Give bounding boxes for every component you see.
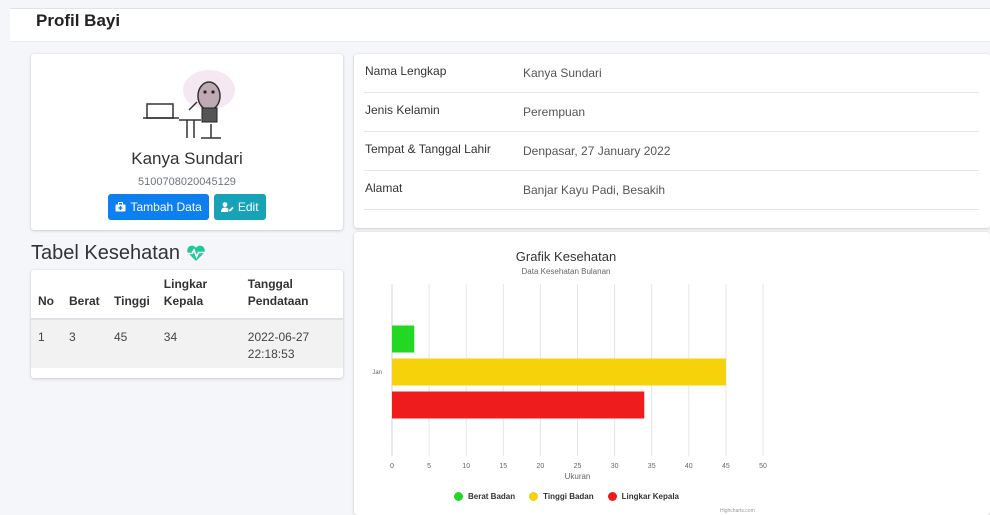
info-row-kelamin: Jenis Kelamin Perempuan <box>364 93 979 132</box>
x-tick-label: 10 <box>462 463 470 470</box>
avatar <box>143 70 235 139</box>
info-card: Nama Lengkap Kanya Sundari Jenis Kelamin… <box>354 54 990 228</box>
bar-tinggi-badan <box>392 358 726 386</box>
info-row-alamat: Alamat Banjar Kayu Padi, Besakih <box>364 171 979 210</box>
x-tick-label: 0 <box>390 463 394 470</box>
chart-credit: Highcharts.com <box>720 508 755 514</box>
y-category-label: Jan <box>372 370 382 376</box>
profile-nik: 5100708020045129 <box>138 176 236 188</box>
chart-card: Grafik Kesehatan Data Kesehatan Bulanan … <box>354 232 990 515</box>
tabel-title-text: Tabel Kesehatan <box>31 242 181 264</box>
x-tick-label: 5 <box>427 463 431 470</box>
x-axis-title: Ukuran <box>565 472 591 481</box>
col-header-lingkar: Lingkar Kepala <box>156 270 241 320</box>
info-row-ttl: Tempat & Tanggal Lahir Denpasar, 27 Janu… <box>364 132 979 171</box>
chart-legend: Berat Badan Tinggi Badan Lingkar Kepala <box>454 492 679 501</box>
medkit-icon <box>115 202 126 212</box>
bar-lingkar-kepala <box>392 391 645 419</box>
tambah-data-label: Tambah Data <box>130 200 202 214</box>
info-value: Denpasar, 27 January 2022 <box>523 144 671 158</box>
info-label: Nama Lengkap <box>365 64 447 78</box>
user-edit-icon <box>220 202 234 212</box>
bar-berat-badan <box>392 325 415 353</box>
cell-berat: 3 <box>62 319 107 368</box>
legend-item-lingkar[interactable]: Lingkar Kepala <box>607 492 680 501</box>
health-chart: 0 5 10 15 20 25 30 35 40 45 50 Ukuran Jan <box>372 284 767 481</box>
info-row-nama: Nama Lengkap Kanya Sundari <box>364 54 979 93</box>
x-tick-label: 20 <box>537 463 545 470</box>
profile-card: Kanya Sundari 5100708020045129 Tambah Da… <box>31 54 343 230</box>
profile-name: Kanya Sundari <box>131 149 243 168</box>
legend-marker <box>454 492 463 501</box>
cell-no: 1 <box>31 319 62 368</box>
col-header-berat: Berat <box>62 270 107 320</box>
col-header-tinggi: Tinggi <box>107 270 157 320</box>
x-tick-label: 15 <box>499 463 507 470</box>
info-value: Perempuan <box>523 105 586 119</box>
page-title: Profil Bayi <box>36 11 121 30</box>
tabel-kesehatan-heading: Tabel Kesehatan <box>31 242 206 265</box>
cell-tinggi: 45 <box>107 319 157 368</box>
edit-label: Edit <box>237 200 259 214</box>
health-table: No Berat Tinggi Lingkar Kepala Tanggal P… <box>31 270 343 368</box>
legend-marker <box>529 492 539 501</box>
x-tick-label: 45 <box>722 463 730 470</box>
info-label: Alamat <box>365 181 403 195</box>
tabel-card: No Berat Tinggi Lingkar Kepala Tanggal P… <box>31 270 343 378</box>
legend-item-tinggi[interactable]: Tinggi Badan <box>529 492 594 501</box>
heartbeat-icon <box>187 245 206 261</box>
legend-marker <box>607 492 617 501</box>
cell-lingkar: 34 <box>156 319 241 368</box>
x-tick-label: 40 <box>685 463 693 470</box>
info-label: Jenis Kelamin <box>365 103 440 117</box>
cell-tanggal: 2022-06-27 22:18:53 <box>240 319 343 368</box>
edit-button[interactable]: Edit <box>213 194 266 220</box>
page-header: Profil Bayi <box>10 8 990 42</box>
tambah-data-button[interactable]: Tambah Data <box>108 194 209 220</box>
legend-label: Tinggi Badan <box>543 492 594 501</box>
table-row: 1 3 45 34 2022-06-27 22:18:53 <box>31 319 343 368</box>
x-tick-label: 25 <box>574 463 582 470</box>
col-header-no: No <box>31 270 62 320</box>
info-value: Kanya Sundari <box>523 66 602 80</box>
table-header-row: No Berat Tinggi Lingkar Kepala Tanggal P… <box>31 270 343 320</box>
x-tick-label: 30 <box>611 463 619 470</box>
legend-item-berat[interactable]: Berat Badan <box>454 492 515 501</box>
col-header-tanggal: Tanggal Pendataan <box>240 270 343 320</box>
info-value: Banjar Kayu Padi, Besakih <box>523 183 666 197</box>
x-tick-label: 35 <box>648 463 656 470</box>
x-tick-label: 50 <box>759 463 767 470</box>
legend-label: Lingkar Kepala <box>621 492 680 501</box>
info-label: Tempat & Tanggal Lahir <box>365 142 491 156</box>
legend-label: Berat Badan <box>468 492 516 501</box>
